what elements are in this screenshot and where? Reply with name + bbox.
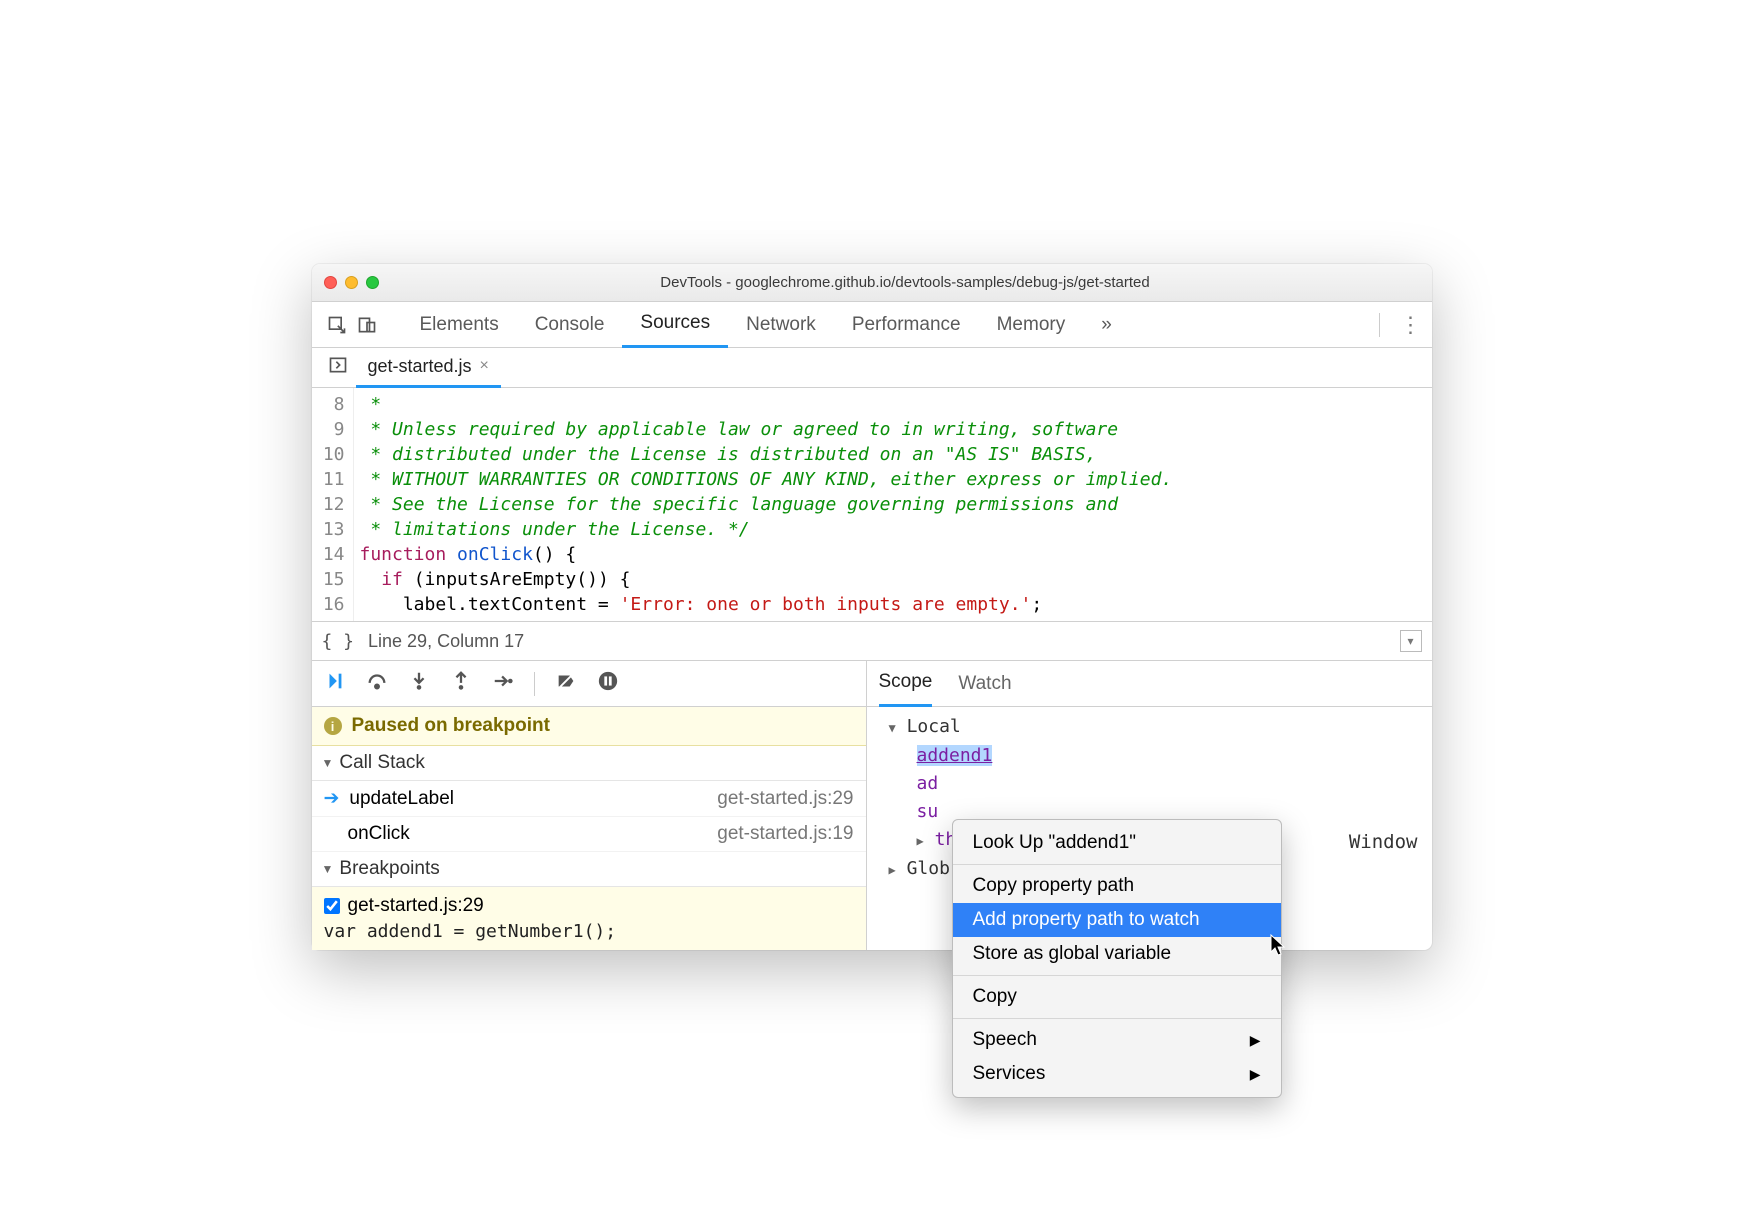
context-menu-item[interactable]: Services▶ bbox=[953, 1057, 1281, 1091]
step-out-icon[interactable] bbox=[450, 670, 472, 697]
collapse-triangle-icon: ▼ bbox=[322, 756, 334, 770]
info-icon: i bbox=[324, 717, 342, 735]
line-number-gutter: 8910111213141516 bbox=[312, 388, 354, 621]
cursor-position-label: Line 29, Column 17 bbox=[368, 631, 524, 652]
window-close-button[interactable] bbox=[324, 276, 337, 289]
debugger-left-panel: i Paused on breakpoint ▼ Call Stack ➔upd… bbox=[312, 661, 867, 950]
deactivate-breakpoints-icon[interactable] bbox=[555, 670, 577, 697]
collapse-triangle-icon: ▼ bbox=[322, 862, 334, 876]
paused-banner-text: Paused on breakpoint bbox=[352, 715, 550, 737]
context-menu-item[interactable]: Copy property path bbox=[953, 869, 1281, 903]
step-into-icon[interactable] bbox=[408, 670, 430, 697]
tab-watch[interactable]: Watch bbox=[958, 673, 1011, 695]
scope-var-addend2[interactable]: ad bbox=[875, 770, 1424, 798]
main-toolbar: Elements Console Sources Network Perform… bbox=[312, 302, 1432, 348]
call-stack-item[interactable]: onClickget-started.js:19 bbox=[312, 817, 866, 852]
window-title: DevTools - googlechrome.github.io/devtoo… bbox=[391, 274, 1420, 291]
titlebar: DevTools - googlechrome.github.io/devtoo… bbox=[312, 264, 1432, 302]
tab-scope[interactable]: Scope bbox=[879, 661, 933, 707]
resume-button-icon[interactable] bbox=[324, 670, 346, 697]
menu-separator bbox=[953, 1018, 1281, 1019]
context-menu: Look Up "addend1" Copy property pathAdd p… bbox=[952, 819, 1282, 1098]
context-menu-item[interactable]: Store as global variable bbox=[953, 937, 1281, 971]
menu-separator bbox=[953, 864, 1281, 865]
file-tab-bar: get-started.js × bbox=[312, 348, 1432, 388]
scope-var-addend1[interactable]: addend1 bbox=[875, 742, 1424, 770]
scope-global-label: Glob bbox=[907, 858, 950, 879]
tab-sources[interactable]: Sources bbox=[622, 302, 728, 348]
close-file-icon[interactable]: × bbox=[480, 357, 489, 375]
format-braces-icon[interactable]: { } bbox=[322, 631, 355, 652]
context-menu-item[interactable]: Look Up "addend1" bbox=[953, 826, 1281, 860]
inspect-element-icon[interactable] bbox=[322, 302, 352, 347]
file-tab-get-started[interactable]: get-started.js × bbox=[356, 348, 501, 388]
mouse-cursor-icon bbox=[1270, 934, 1288, 958]
context-menu-item[interactable]: Add property path to watch bbox=[953, 903, 1281, 937]
code-content[interactable]: * * Unless required by applicable law or… bbox=[354, 388, 1432, 621]
tab-console[interactable]: Console bbox=[517, 302, 623, 348]
step-over-icon[interactable] bbox=[366, 670, 388, 697]
step-icon[interactable] bbox=[492, 670, 514, 697]
coverage-toggle-icon[interactable]: ▾ bbox=[1400, 630, 1422, 652]
menu-separator bbox=[953, 975, 1281, 976]
call-stack-title: Call Stack bbox=[339, 752, 425, 774]
kebab-menu-icon[interactable]: ⋮ bbox=[1400, 312, 1422, 338]
scope-tabs: Scope Watch bbox=[867, 661, 1432, 707]
expand-triangle-icon: ▶ bbox=[889, 863, 896, 877]
window-maximize-button[interactable] bbox=[366, 276, 379, 289]
navigator-toggle-icon[interactable] bbox=[320, 355, 356, 380]
breakpoints-title: Breakpoints bbox=[339, 858, 439, 880]
pause-on-exceptions-icon[interactable] bbox=[597, 670, 619, 697]
editor-status-bar: { } Line 29, Column 17 ▾ bbox=[312, 621, 1432, 661]
scope-global-value: Window bbox=[1349, 831, 1418, 853]
tab-elements[interactable]: Elements bbox=[402, 302, 517, 348]
scope-local-label: Local bbox=[907, 716, 961, 737]
scope-local-header[interactable]: ▼ Local bbox=[875, 713, 1424, 742]
breakpoints-header[interactable]: ▼ Breakpoints bbox=[312, 852, 866, 887]
var-name: su bbox=[917, 801, 939, 822]
separator bbox=[534, 672, 535, 696]
call-stack-item[interactable]: ➔updateLabelget-started.js:29 bbox=[312, 781, 866, 817]
call-stack-header[interactable]: ▼ Call Stack bbox=[312, 746, 866, 781]
breakpoint-item[interactable]: get-started.js:29var addend1 = getNumber… bbox=[312, 887, 866, 950]
call-stack-list: ➔updateLabelget-started.js:29onClickget-… bbox=[312, 781, 866, 852]
tab-memory[interactable]: Memory bbox=[979, 302, 1084, 348]
context-menu-item[interactable]: Copy bbox=[953, 980, 1281, 1014]
device-toolbar-icon[interactable] bbox=[352, 302, 382, 347]
tab-network[interactable]: Network bbox=[728, 302, 834, 348]
var-name[interactable]: addend1 bbox=[917, 745, 993, 766]
tab-overflow[interactable]: » bbox=[1083, 302, 1130, 348]
traffic-lights bbox=[324, 276, 379, 289]
separator bbox=[1379, 313, 1380, 337]
tab-performance[interactable]: Performance bbox=[834, 302, 979, 348]
code-editor[interactable]: 8910111213141516 * * Unless required by … bbox=[312, 388, 1432, 621]
window-minimize-button[interactable] bbox=[345, 276, 358, 289]
context-menu-item[interactable]: Speech▶ bbox=[953, 1023, 1281, 1057]
paused-banner: i Paused on breakpoint bbox=[312, 707, 866, 746]
breakpoint-checkbox[interactable] bbox=[324, 898, 340, 914]
file-tab-label: get-started.js bbox=[368, 356, 472, 377]
var-name: ad bbox=[917, 773, 939, 794]
debugger-toolbar bbox=[312, 661, 866, 707]
collapse-triangle-icon: ▼ bbox=[889, 721, 896, 735]
expand-triangle-icon: ▶ bbox=[917, 834, 924, 848]
devtools-window: DevTools - googlechrome.github.io/devtoo… bbox=[312, 264, 1432, 950]
panel-tabs: Elements Console Sources Network Perform… bbox=[402, 302, 1130, 348]
breakpoints-list: get-started.js:29var addend1 = getNumber… bbox=[312, 887, 866, 950]
